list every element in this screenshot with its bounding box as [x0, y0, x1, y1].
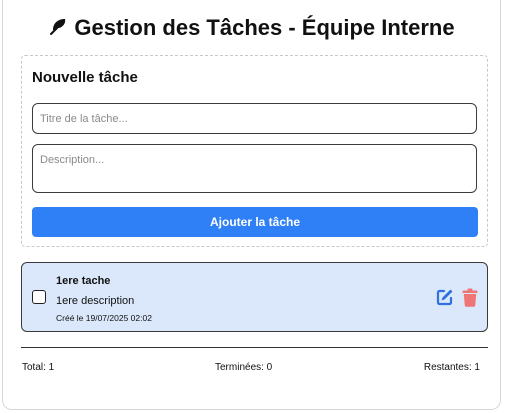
task-complete-checkbox[interactable] [32, 290, 46, 304]
task-title: 1ere tache [56, 275, 111, 287]
completed-count: Terminées: 0 [215, 362, 273, 373]
task-description-input[interactable] [32, 144, 477, 193]
add-task-button[interactable]: Ajouter la tâche [32, 207, 478, 237]
task-item: 1ere tache 1ere description Créé le 19/0… [21, 262, 488, 332]
feather-leaf-icon [48, 17, 68, 43]
task-title-input[interactable] [32, 103, 477, 134]
page-title-text: Gestion des Tâches - Équipe Interne [74, 15, 455, 40]
task-description: 1ere description [56, 295, 135, 307]
trash-icon[interactable] [462, 288, 478, 307]
form-heading: Nouvelle tâche [32, 69, 138, 86]
stats-divider [21, 347, 488, 348]
total-count: Total: 1 [22, 362, 55, 373]
app-container: Gestion des Tâches - Équipe Interne Nouv… [2, 0, 501, 410]
new-task-form: Nouvelle tâche Ajouter la tâche [21, 55, 488, 247]
task-created-date: Créé le 19/07/2025 02:02 [56, 313, 152, 323]
pen-to-square-icon[interactable] [436, 288, 454, 306]
remaining-count: Restantes: 1 [423, 362, 480, 373]
page-title: Gestion des Tâches - Équipe Interne [3, 15, 500, 43]
